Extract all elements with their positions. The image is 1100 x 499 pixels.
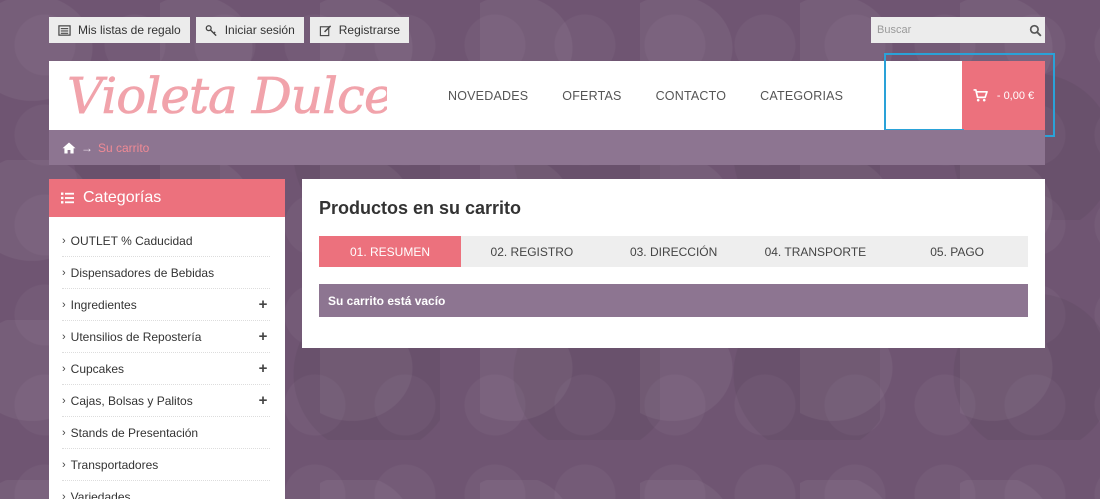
category-item[interactable]: › Utensilios de Repostería + — [62, 321, 270, 353]
key-icon — [205, 24, 217, 36]
expand-plus-icon[interactable]: + — [256, 328, 270, 345]
breadcrumb-current: Su carrito — [98, 140, 150, 155]
violeta-dulce-logo[interactable]: Violeta Dulce — [67, 63, 387, 127]
category-item-link[interactable]: › Cajas, Bolsas y Palitos — [62, 394, 193, 408]
chevron-right-icon: › — [62, 490, 66, 499]
category-item-label: Variedades — [70, 489, 131, 499]
checkout-step-1[interactable]: 01. RESUMEN — [319, 236, 461, 267]
category-item-link[interactable]: › Dispensadores de Bebidas — [62, 266, 214, 280]
category-item-label: Cupcakes — [70, 361, 125, 376]
nav-novedades[interactable]: NOVEDADES — [448, 89, 528, 103]
empty-cart-message: Su carrito está vacío — [319, 284, 1028, 317]
cart-panel: Productos en su carrito 01. RESUMEN 02. R… — [302, 179, 1045, 348]
search-input[interactable] — [871, 17, 1025, 43]
gift-lists-label: Mis listas de regalo — [78, 23, 181, 37]
checkout-step-2[interactable]: 02. REGISTRO — [461, 236, 603, 267]
categories-title: Categorías — [83, 189, 162, 206]
search-box — [871, 17, 1045, 43]
checkout-step-5[interactable]: 05. PAGO — [886, 236, 1028, 267]
gift-lists-button[interactable]: Mis listas de regalo — [49, 17, 190, 43]
category-item[interactable]: › Dispensadores de Bebidas — [62, 257, 270, 289]
chevron-right-icon: › — [62, 266, 66, 279]
chevron-right-icon: › — [62, 362, 66, 375]
cart-total: - 0,00 € — [996, 89, 1035, 102]
edit-icon — [319, 24, 331, 36]
chevron-right-icon: › — [62, 458, 66, 471]
cart-button[interactable]: - 0,00 € — [962, 61, 1045, 130]
cart-icon — [973, 89, 988, 102]
svg-text:Violeta Dulce: Violeta Dulce — [67, 67, 387, 125]
categories-sidebar: Categorías › OUTLET % Caducidad › Dispensad… — [49, 179, 285, 499]
category-item-link[interactable]: › Transportadores — [62, 458, 158, 472]
category-item[interactable]: › Transportadores — [62, 449, 270, 481]
category-item[interactable]: › OUTLET % Caducidad — [62, 225, 270, 257]
category-item-link[interactable]: › Utensilios de Repostería — [62, 330, 201, 344]
category-item[interactable]: › Stands de Presentación — [62, 417, 270, 449]
nav-contacto[interactable]: CONTACTO — [656, 89, 727, 103]
chevron-right-icon: › — [62, 426, 66, 439]
list-icon — [61, 192, 74, 204]
category-item-label: OUTLET % Caducidad — [70, 233, 193, 248]
category-item-link[interactable]: › Variedades — [62, 490, 131, 499]
top-bar: Mis listas de regalo Iniciar sesión Regi… — [49, 17, 410, 43]
checkout-step-3[interactable]: 03. DIRECCIÓN — [603, 236, 745, 267]
category-item-link[interactable]: › OUTLET % Caducidad — [62, 234, 193, 248]
expand-plus-icon[interactable]: + — [256, 296, 270, 313]
register-button[interactable]: Registrarse — [309, 17, 410, 43]
chevron-right-icon: › — [62, 330, 66, 343]
nav-ofertas[interactable]: OFERTAS — [562, 89, 621, 103]
expand-plus-icon[interactable]: + — [256, 392, 270, 409]
category-list: › OUTLET % Caducidad › Dispensadores de Beb… — [49, 217, 285, 499]
category-item-label: Stands de Presentación — [70, 425, 199, 440]
breadcrumb: → Su carrito — [49, 130, 1045, 165]
checkout-steps: 01. RESUMEN 02. REGISTRO 03. DIRECCIÓN 04. … — [319, 236, 1028, 267]
chevron-right-icon: › — [62, 298, 66, 311]
nav-categorias[interactable]: CATEGORIAS — [760, 89, 843, 103]
checkout-step-4[interactable]: 04. TRANSPORTE — [745, 236, 887, 267]
page-title: Productos en su carrito — [319, 198, 522, 218]
category-item-link[interactable]: › Ingredientes — [62, 298, 137, 312]
category-item[interactable]: › Ingredientes + — [62, 289, 270, 321]
chevron-right-icon: › — [62, 234, 66, 247]
category-item-label: Dispensadores de Bebidas — [70, 265, 215, 280]
category-item[interactable]: › Cupcakes + — [62, 353, 270, 385]
register-label: Registrarse — [338, 23, 401, 37]
category-item-label: Utensilios de Repostería — [70, 329, 202, 344]
breadcrumb-separator: → — [81, 140, 93, 155]
category-item-link[interactable]: › Cupcakes — [62, 362, 124, 376]
list-icon — [58, 24, 71, 36]
categories-header: Categorías — [49, 179, 285, 217]
search-icon[interactable] — [1025, 17, 1045, 43]
category-item[interactable]: › Variedades — [62, 481, 270, 499]
site-header: Violeta Dulce NOVEDADES OFERTAS CONTACTO… — [49, 61, 1045, 130]
login-button[interactable]: Iniciar sesión — [195, 17, 304, 43]
main-nav: NOVEDADES OFERTAS CONTACTO CATEGORIAS — [448, 61, 843, 130]
category-item-label: Cajas, Bolsas y Palitos — [70, 393, 193, 408]
category-item-label: Ingredientes — [70, 297, 137, 312]
login-label: Iniciar sesión — [224, 23, 295, 37]
category-item[interactable]: › Cajas, Bolsas y Palitos + — [62, 385, 270, 417]
expand-plus-icon[interactable]: + — [256, 360, 270, 377]
category-item-label: Transportadores — [70, 457, 159, 472]
home-icon[interactable] — [62, 142, 76, 154]
category-item-link[interactable]: › Stands de Presentación — [62, 426, 198, 440]
chevron-right-icon: › — [62, 394, 66, 407]
